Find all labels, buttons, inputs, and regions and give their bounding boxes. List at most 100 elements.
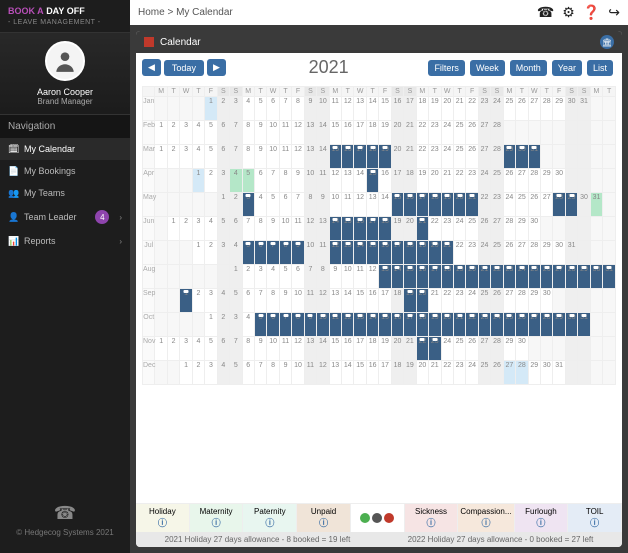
day-cell[interactable]: 24 bbox=[441, 121, 453, 145]
day-cell[interactable]: 4 bbox=[230, 241, 242, 265]
day-cell[interactable]: 6 bbox=[217, 145, 229, 169]
day-cell[interactable]: 2 bbox=[242, 265, 254, 289]
day-cell[interactable]: 17 bbox=[391, 241, 403, 265]
day-cell[interactable]: 18 bbox=[366, 145, 378, 169]
day-cell[interactable]: 5 bbox=[205, 145, 217, 169]
day-cell[interactable]: 17 bbox=[391, 169, 403, 193]
day-cell[interactable]: 28 bbox=[516, 361, 528, 385]
day-cell[interactable]: 29 bbox=[503, 337, 515, 361]
day-cell[interactable]: 15 bbox=[391, 193, 403, 217]
day-cell[interactable]: 4 bbox=[230, 169, 242, 193]
legend-sickness[interactable]: Sicknessⓘ bbox=[405, 504, 459, 532]
day-cell[interactable]: 24 bbox=[491, 313, 503, 337]
day-cell[interactable]: 22 bbox=[429, 217, 441, 241]
day-cell[interactable]: 27 bbox=[478, 145, 490, 169]
day-cell[interactable]: 23 bbox=[478, 313, 490, 337]
day-cell[interactable]: 2 bbox=[167, 121, 179, 145]
day-cell[interactable]: 12 bbox=[329, 169, 341, 193]
day-cell[interactable]: 27 bbox=[516, 241, 528, 265]
day-cell[interactable]: 30 bbox=[553, 241, 565, 265]
day-cell[interactable]: 20 bbox=[391, 121, 403, 145]
day-cell[interactable]: 19 bbox=[416, 241, 428, 265]
day-cell[interactable]: 17 bbox=[379, 361, 391, 385]
day-cell[interactable]: 5 bbox=[254, 97, 266, 121]
day-cell[interactable]: 9 bbox=[329, 265, 341, 289]
day-cell[interactable]: 21 bbox=[416, 217, 428, 241]
day-cell[interactable]: 12 bbox=[292, 145, 304, 169]
day-cell[interactable]: 9 bbox=[292, 169, 304, 193]
day-cell[interactable]: 4 bbox=[254, 193, 266, 217]
day-cell[interactable]: 28 bbox=[491, 145, 503, 169]
day-cell[interactable]: 18 bbox=[416, 313, 428, 337]
day-cell[interactable]: 13 bbox=[342, 169, 354, 193]
day-cell[interactable]: 24 bbox=[466, 361, 478, 385]
day-cell[interactable]: 3 bbox=[180, 337, 192, 361]
day-cell[interactable]: 10 bbox=[279, 217, 291, 241]
day-cell[interactable]: 18 bbox=[441, 265, 453, 289]
day-cell[interactable]: 1 bbox=[155, 145, 167, 169]
day-cell[interactable]: 9 bbox=[254, 121, 266, 145]
day-cell[interactable]: 28 bbox=[528, 241, 540, 265]
day-cell[interactable]: 5 bbox=[217, 217, 229, 241]
day-cell[interactable]: 20 bbox=[391, 145, 403, 169]
day-cell[interactable]: 5 bbox=[267, 193, 279, 217]
day-cell[interactable]: 15 bbox=[379, 313, 391, 337]
day-cell[interactable]: 5 bbox=[242, 241, 254, 265]
day-cell[interactable]: 25 bbox=[528, 265, 540, 289]
day-cell[interactable]: 17 bbox=[366, 217, 378, 241]
day-cell[interactable]: 2 bbox=[192, 289, 204, 313]
day-cell[interactable]: 8 bbox=[279, 241, 291, 265]
day-cell[interactable]: 10 bbox=[304, 241, 316, 265]
day-cell[interactable]: 14 bbox=[317, 145, 329, 169]
day-cell[interactable]: 7 bbox=[267, 169, 279, 193]
day-cell[interactable]: 24 bbox=[453, 217, 465, 241]
day-cell[interactable]: 3 bbox=[217, 169, 229, 193]
day-cell[interactable]: 20 bbox=[416, 289, 428, 313]
day-cell[interactable]: 31 bbox=[565, 241, 577, 265]
day-cell[interactable]: 13 bbox=[317, 217, 329, 241]
day-cell[interactable]: 31 bbox=[578, 313, 590, 337]
week-button[interactable]: Week bbox=[470, 60, 505, 76]
day-cell[interactable]: 19 bbox=[404, 361, 416, 385]
day-cell[interactable]: 6 bbox=[292, 265, 304, 289]
day-cell[interactable]: 22 bbox=[416, 337, 428, 361]
day-cell[interactable]: 9 bbox=[317, 193, 329, 217]
day-cell[interactable]: 9 bbox=[304, 97, 316, 121]
day-cell[interactable]: 27 bbox=[541, 193, 553, 217]
day-cell[interactable]: 5 bbox=[205, 121, 217, 145]
bank-icon[interactable]: 🏛 bbox=[600, 35, 614, 49]
day-cell[interactable]: 18 bbox=[391, 289, 403, 313]
day-cell[interactable]: 3 bbox=[180, 145, 192, 169]
day-cell[interactable]: 11 bbox=[279, 121, 291, 145]
day-cell[interactable]: 4 bbox=[192, 337, 204, 361]
day-cell[interactable]: 22 bbox=[453, 169, 465, 193]
day-cell[interactable]: 11 bbox=[304, 289, 316, 313]
day-cell[interactable]: 10 bbox=[329, 193, 341, 217]
day-cell[interactable]: 27 bbox=[503, 361, 515, 385]
day-cell[interactable]: 25 bbox=[478, 289, 490, 313]
day-cell[interactable]: 1 bbox=[192, 169, 204, 193]
day-cell[interactable]: 14 bbox=[354, 241, 366, 265]
day-cell[interactable]: 12 bbox=[342, 97, 354, 121]
day-cell[interactable]: 26 bbox=[516, 97, 528, 121]
day-cell[interactable]: 18 bbox=[404, 169, 416, 193]
day-cell[interactable]: 26 bbox=[466, 121, 478, 145]
day-cell[interactable]: 2 bbox=[167, 337, 179, 361]
day-cell[interactable]: 27 bbox=[491, 217, 503, 241]
day-cell[interactable]: 3 bbox=[230, 313, 242, 337]
day-cell[interactable]: 25 bbox=[516, 193, 528, 217]
day-cell[interactable]: 15 bbox=[329, 145, 341, 169]
day-cell[interactable]: 14 bbox=[366, 97, 378, 121]
day-cell[interactable]: 19 bbox=[391, 217, 403, 241]
day-cell[interactable]: 5 bbox=[230, 361, 242, 385]
logout-icon[interactable]: ↪ bbox=[608, 4, 620, 21]
day-cell[interactable]: 26 bbox=[466, 145, 478, 169]
day-cell[interactable]: 23 bbox=[429, 337, 441, 361]
day-cell[interactable]: 25 bbox=[453, 145, 465, 169]
day-cell[interactable]: 14 bbox=[354, 169, 366, 193]
day-cell[interactable]: 16 bbox=[404, 193, 416, 217]
day-cell[interactable]: 26 bbox=[491, 289, 503, 313]
day-cell[interactable]: 21 bbox=[478, 265, 490, 289]
day-cell[interactable]: 22 bbox=[416, 121, 428, 145]
day-cell[interactable]: 23 bbox=[453, 361, 465, 385]
